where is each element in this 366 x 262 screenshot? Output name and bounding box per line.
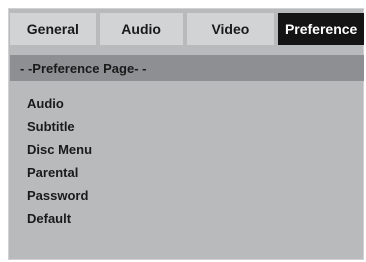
menu-item-parental[interactable]: Parental: [27, 161, 92, 184]
tab-bar: General Audio Video Preference: [10, 13, 365, 45]
menu-item-default[interactable]: Default: [27, 207, 92, 230]
tab-video[interactable]: Video: [186, 13, 275, 45]
menu-item-audio[interactable]: Audio: [27, 92, 92, 115]
tab-label: General: [26, 21, 79, 37]
setup-menu-panel: General Audio Video Preference - - Prefe…: [8, 8, 365, 260]
tab-label: Video: [211, 21, 250, 37]
menu-item-disc-menu[interactable]: Disc Menu: [27, 138, 92, 161]
tab-audio[interactable]: Audio: [99, 13, 183, 45]
menu-item-subtitle[interactable]: Subtitle: [27, 115, 92, 138]
page-title-prefix: - -: [20, 60, 33, 76]
preference-menu: Audio Subtitle Disc Menu Parental Passwo…: [27, 92, 92, 230]
menu-item-password[interactable]: Password: [27, 184, 92, 207]
page-title: Preference Page: [32, 60, 135, 76]
tab-preference[interactable]: Preference: [278, 13, 365, 45]
page-title-suffix: - -: [134, 60, 147, 76]
tab-general[interactable]: General: [10, 13, 96, 45]
tab-label: Preference: [284, 21, 358, 37]
page-title-bar: - - Preference Page - -: [10, 55, 364, 81]
tab-label: Audio: [121, 21, 161, 37]
